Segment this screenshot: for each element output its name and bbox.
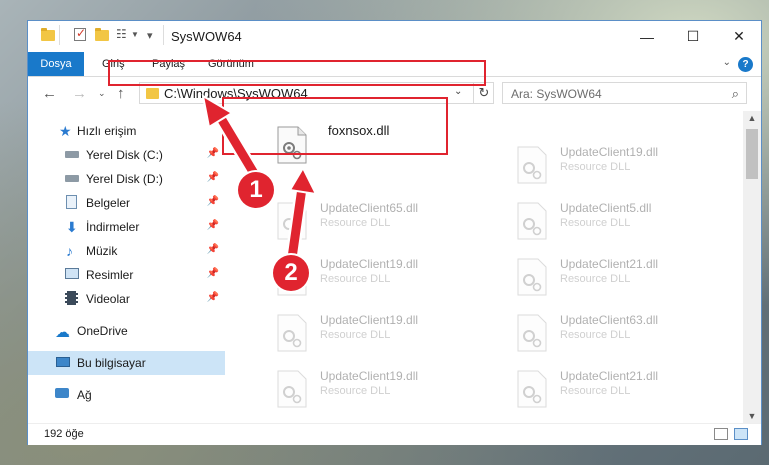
arrow-2 <box>285 165 318 265</box>
arrow-1 <box>201 94 265 187</box>
step-badge-1: 1 <box>238 172 274 208</box>
annotation-arrows <box>201 94 318 265</box>
step-badge-2: 2 <box>273 255 309 291</box>
